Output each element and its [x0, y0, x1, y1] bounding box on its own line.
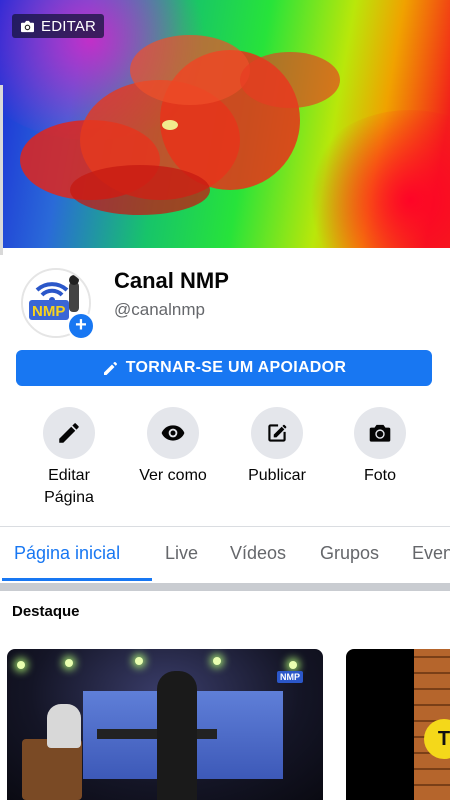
- become-supporter-button[interactable]: TORNAR-SE UM APOIADOR: [16, 350, 432, 386]
- stage-light: [213, 657, 221, 665]
- eye-icon: [161, 425, 185, 441]
- edit-page-label: Editar Página: [44, 467, 94, 506]
- performer: [157, 671, 197, 800]
- pencil-icon: [103, 362, 117, 375]
- stage-light: [289, 661, 297, 669]
- publish-button[interactable]: Publicar: [222, 407, 332, 487]
- page-actions: Editar Página Ver como Publicar Foto: [0, 407, 450, 517]
- photo-button[interactable]: Foto: [325, 407, 435, 487]
- edit-page-button[interactable]: Editar Página: [14, 407, 124, 509]
- compose-icon: [268, 424, 287, 442]
- pencil-icon: [59, 423, 79, 443]
- drum: [22, 739, 82, 800]
- view-as-button[interactable]: Ver como: [118, 407, 228, 487]
- stage-light: [17, 661, 25, 669]
- featured-title: Destaque: [12, 603, 80, 620]
- become-supporter-label: TORNAR-SE UM APOIADOR: [125, 359, 347, 376]
- camera-icon: [369, 424, 391, 442]
- publish-label: Publicar: [248, 467, 306, 484]
- edit-cover-button[interactable]: EDITAR: [12, 14, 105, 38]
- view-as-circle: [147, 407, 199, 459]
- tab-home[interactable]: Página inicial: [14, 543, 120, 564]
- tab-live[interactable]: Live: [165, 543, 198, 564]
- featured-video-thumbnail[interactable]: T: [346, 649, 450, 800]
- edit-cover-label: EDITAR: [41, 17, 97, 35]
- featured-video-thumbnail[interactable]: NMP: [7, 649, 323, 800]
- scroll-edge: [0, 85, 3, 255]
- section-separator: [0, 583, 450, 591]
- tab-videos[interactable]: Vídeos: [230, 543, 286, 564]
- video-logo: NMP: [277, 671, 303, 683]
- svg-text:NMP: NMP: [32, 303, 65, 320]
- cover-photo[interactable]: EDITAR: [0, 0, 450, 248]
- stage-light: [135, 657, 143, 665]
- page-tabs: Página inicial Live Vídeos Grupos Evento…: [0, 527, 450, 583]
- view-as-label: Ver como: [139, 467, 207, 484]
- stage-light: [65, 659, 73, 667]
- tab-groups[interactable]: Grupos: [320, 543, 379, 564]
- page-username: @canalnmp: [114, 300, 205, 319]
- photo-label: Foto: [363, 467, 396, 484]
- publish-circle: [251, 407, 303, 459]
- active-tab-indicator: [2, 578, 152, 581]
- smoke-artwork: [20, 35, 340, 215]
- photo-circle: [354, 407, 406, 459]
- profile-avatar[interactable]: NMP +: [21, 268, 95, 340]
- add-photo-button[interactable]: +: [67, 312, 95, 340]
- camera-icon: [21, 20, 34, 32]
- drummer: [47, 704, 81, 748]
- tab-events[interactable]: Eventos: [412, 543, 450, 564]
- page-title: Canal NMP: [114, 268, 229, 293]
- edit-page-circle: [43, 407, 95, 459]
